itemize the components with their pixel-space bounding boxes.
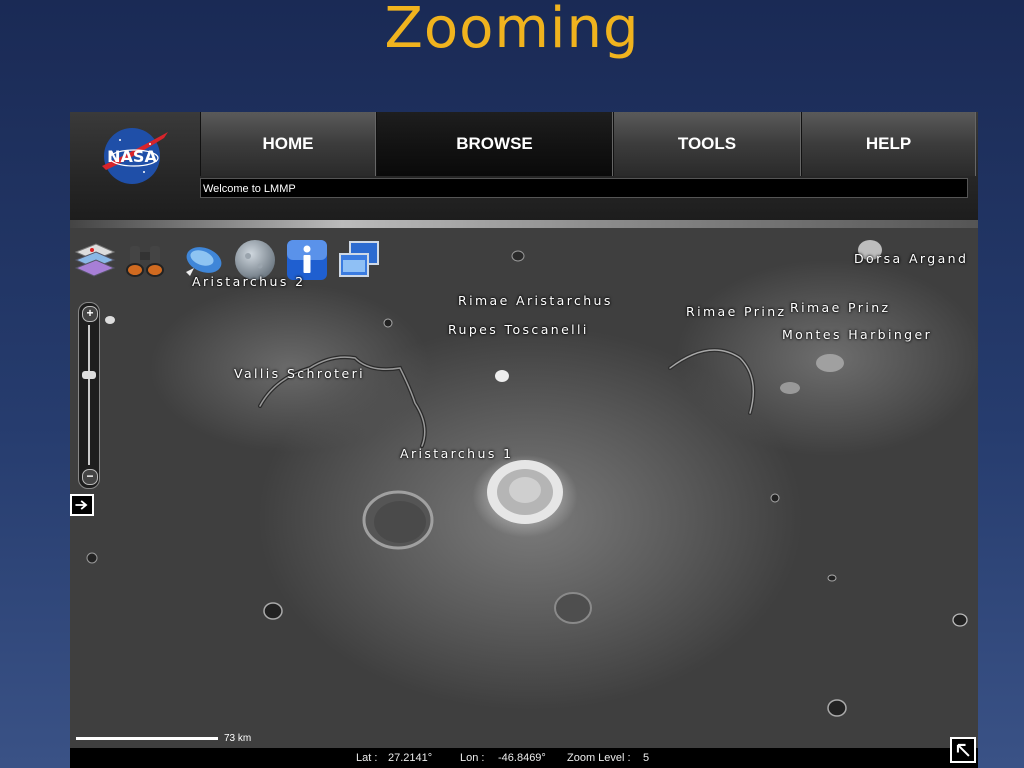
layers-icon[interactable] [72, 238, 118, 282]
svg-text:NASA: NASA [107, 147, 157, 166]
app-header: NASA HOME BROWSE TOOLS HELP Welcome to L… [70, 112, 978, 228]
nasa-logo[interactable]: NASA [98, 124, 170, 186]
main-nav: HOME BROWSE TOOLS HELP [200, 112, 976, 176]
moon-map-view[interactable]: Aristarchus 2 Rimae Aristarchus Rupes To… [70, 228, 978, 748]
header-divider [70, 220, 978, 228]
label-rimae-aristarchus[interactable]: Rimae Aristarchus [458, 293, 613, 308]
label-aristarchus-1[interactable]: Aristarchus 1 [400, 446, 513, 461]
label-aristarchus-2[interactable]: Aristarchus 2 [192, 274, 305, 289]
lat-value: 27.2141° [388, 752, 433, 764]
lon-label: Lon : [460, 752, 485, 764]
arrow-right-icon[interactable] [70, 494, 94, 516]
nav-tab-browse[interactable]: BROWSE [376, 112, 613, 176]
lat-label: Lat : [356, 752, 378, 764]
label-dorsa-argand[interactable]: Dorsa Argand [854, 251, 968, 266]
nav-tab-help[interactable]: HELP [801, 112, 976, 176]
label-rupes-toscanelli[interactable]: Rupes Toscanelli [448, 322, 589, 337]
map-scale: 73 km [76, 730, 251, 746]
resize-corner-icon[interactable] [950, 737, 976, 763]
lon-value: -46.8469° [498, 752, 546, 764]
zoom-track[interactable] [88, 325, 90, 465]
nav-tab-tools[interactable]: TOOLS [613, 112, 801, 176]
scale-label: 73 km [224, 732, 252, 744]
binoculars-icon[interactable] [122, 238, 168, 282]
welcome-message: Welcome to LMMP [200, 178, 968, 198]
zoom-level-value: 5 [643, 752, 650, 764]
scale-bar [76, 736, 218, 740]
windows-icon[interactable] [336, 238, 382, 282]
label-vallis-schroteri[interactable]: Vallis Schroteri [234, 366, 365, 381]
status-bar: Lat : 27.2141° Lon : -46.8469° Zoom Leve… [70, 748, 978, 768]
zoom-in-button[interactable]: + [82, 306, 98, 322]
label-rimae-prinz-2[interactable]: Rimae Prinz [790, 300, 890, 315]
slide-title: Zooming [384, 0, 640, 61]
nav-tab-home[interactable]: HOME [200, 112, 376, 176]
zoom-thumb[interactable] [82, 371, 96, 379]
label-montes-harbinger[interactable]: Montes Harbinger [782, 327, 932, 342]
label-rimae-prinz-1[interactable]: Rimae Prinz [686, 304, 786, 319]
zoom-level-label: Zoom Level : [567, 752, 631, 764]
zoom-out-button[interactable]: − [82, 469, 98, 485]
lmmp-app-window: NASA HOME BROWSE TOOLS HELP Welcome to L… [70, 112, 978, 768]
zoom-slider: + − [78, 302, 100, 489]
